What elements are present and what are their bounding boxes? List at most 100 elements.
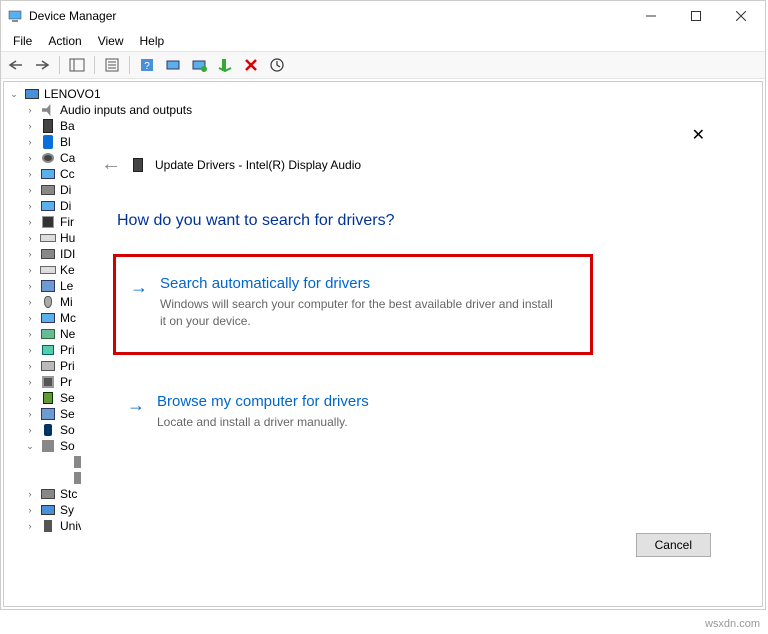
uninstall-device-button[interactable]: [240, 54, 262, 76]
tree-item-label: So: [60, 423, 75, 437]
help-button[interactable]: ?: [136, 54, 158, 76]
tree-item-label: IDI: [60, 247, 75, 261]
kb-icon: [40, 262, 56, 278]
chevron-down-icon[interactable]: ⌄: [8, 88, 20, 100]
tree-item-label: Se: [60, 407, 75, 421]
tree-item-label: Stc: [60, 487, 77, 501]
chevron-right-icon[interactable]: ›: [24, 152, 36, 164]
chevron-right-icon[interactable]: ›: [24, 408, 36, 420]
chevron-right-icon[interactable]: ›: [24, 328, 36, 340]
show-hide-tree-button[interactable]: [66, 54, 88, 76]
chevron-right-icon[interactable]: ›: [24, 168, 36, 180]
menu-file[interactable]: File: [5, 32, 40, 50]
speaker-icon: [40, 102, 56, 118]
chevron-right-icon[interactable]: ›: [24, 424, 36, 436]
chevron-right-icon[interactable]: ›: [24, 280, 36, 292]
chevron-right-icon[interactable]: ›: [24, 520, 36, 532]
svg-text:?: ?: [144, 61, 150, 72]
option-search-automatically[interactable]: → Search automatically for drivers Windo…: [113, 254, 593, 355]
window-title: Device Manager: [29, 9, 628, 23]
chevron-down-icon[interactable]: ⌄: [24, 440, 36, 452]
monitor-icon: [40, 166, 56, 182]
tree-item-label: Pri: [60, 343, 75, 357]
dialog-breadcrumb: Update Drivers - Intel(R) Display Audio: [155, 158, 361, 172]
scan-changes-button[interactable]: [266, 54, 288, 76]
chevron-right-icon[interactable]: ›: [24, 232, 36, 244]
arrow-right-icon: →: [127, 395, 145, 431]
dialog-heading: How do you want to search for drivers?: [81, 176, 721, 230]
tree-item-label: Se: [60, 391, 75, 405]
port-icon: [40, 342, 56, 358]
menu-view[interactable]: View: [90, 32, 132, 50]
chip-icon: [40, 214, 56, 230]
chevron-right-icon[interactable]: ›: [24, 344, 36, 356]
chevron-right-icon[interactable]: ›: [24, 104, 36, 116]
chevron-right-icon[interactable]: [56, 456, 68, 468]
chevron-right-icon[interactable]: ›: [24, 392, 36, 404]
watermark: wsxdn.com: [705, 618, 760, 630]
disk-icon: [40, 182, 56, 198]
device-manager-window: Device Manager File Action View Help ? ⌄: [0, 0, 766, 610]
generic-icon: [40, 406, 56, 422]
tree-item[interactable]: › Audio inputs and outputs: [4, 102, 762, 118]
tree-root[interactable]: ⌄ LENOVO1: [4, 86, 762, 102]
forward-button[interactable]: [31, 54, 53, 76]
close-button[interactable]: [718, 1, 763, 31]
chevron-right-icon[interactable]: ›: [24, 136, 36, 148]
minimize-button[interactable]: [628, 1, 673, 31]
cancel-button[interactable]: Cancel: [636, 533, 711, 557]
chevron-right-icon[interactable]: ›: [24, 360, 36, 372]
tree-item-label: So: [60, 439, 75, 453]
chevron-right-icon[interactable]: ›: [24, 504, 36, 516]
cam-icon: [40, 150, 56, 166]
menu-help[interactable]: Help: [132, 32, 173, 50]
toolbar: ?: [1, 51, 765, 79]
dialog-close-button[interactable]: ✕: [684, 121, 713, 149]
titlebar: Device Manager: [1, 1, 765, 31]
app-icon: [7, 8, 23, 24]
tree-item-label: Le: [60, 279, 73, 293]
computer-icon: [24, 86, 40, 102]
snd-icon: [40, 438, 56, 454]
update-driver-button[interactable]: [188, 54, 210, 76]
chevron-right-icon[interactable]: ›: [24, 216, 36, 228]
tree-item-label: Pr: [60, 375, 72, 389]
chevron-right-icon[interactable]: ›: [24, 200, 36, 212]
monitor-icon: [40, 310, 56, 326]
tree-item-label: Ke: [60, 263, 75, 277]
chevron-right-icon[interactable]: ›: [24, 312, 36, 324]
tree-item-label: Audio inputs and outputs: [60, 103, 192, 117]
chevron-right-icon[interactable]: ›: [24, 120, 36, 132]
tree-item-label: Cc: [60, 167, 75, 181]
tree-item-label: Fir: [60, 215, 74, 229]
tree-item-label: Bl: [60, 135, 71, 149]
arrow-right-icon: →: [130, 277, 148, 330]
chevron-right-icon[interactable]: ›: [24, 296, 36, 308]
update-driver-dialog: ✕ ← Update Drivers - Intel(R) Display Au…: [81, 117, 721, 567]
chevron-right-icon[interactable]: ›: [24, 248, 36, 260]
menubar: File Action View Help: [1, 31, 765, 51]
generic-icon: [40, 278, 56, 294]
chevron-right-icon[interactable]: ›: [24, 264, 36, 276]
properties-button[interactable]: [101, 54, 123, 76]
option-desc: Windows will search your computer for th…: [160, 296, 560, 330]
kb-icon: [40, 230, 56, 246]
disk-icon: [40, 486, 56, 502]
scan-hardware-button[interactable]: [162, 54, 184, 76]
driver-icon: [131, 157, 145, 173]
monitor-icon: [40, 198, 56, 214]
chevron-right-icon[interactable]: [56, 472, 68, 484]
dialog-back-button[interactable]: ←: [101, 153, 121, 176]
chevron-right-icon[interactable]: ›: [24, 184, 36, 196]
chevron-right-icon[interactable]: ›: [24, 376, 36, 388]
sec-icon: [40, 390, 56, 406]
print-icon: [40, 358, 56, 374]
back-button[interactable]: [5, 54, 27, 76]
enable-device-button[interactable]: [214, 54, 236, 76]
option-desc: Locate and install a driver manually.: [157, 414, 557, 431]
chevron-right-icon[interactable]: ›: [24, 488, 36, 500]
tree-item-label: Ca: [60, 151, 75, 165]
maximize-button[interactable]: [673, 1, 718, 31]
menu-action[interactable]: Action: [40, 32, 89, 50]
option-browse-computer[interactable]: → Browse my computer for drivers Locate …: [113, 381, 593, 443]
